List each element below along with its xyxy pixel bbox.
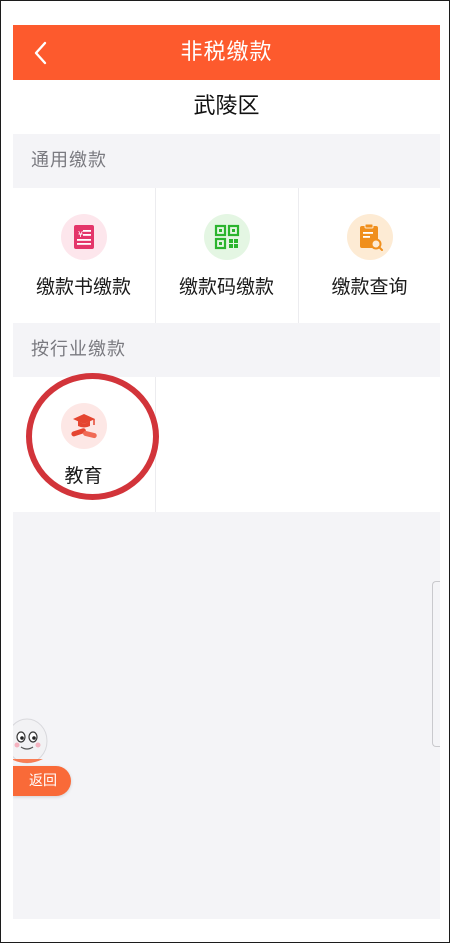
highlight-annotation-circle [26,373,159,500]
side-drawer-handle[interactable] [432,581,440,747]
section-header-general: 通用缴款 [13,134,440,188]
query-clipboard-icon [346,214,393,260]
section-title-industry: 按行业缴款 [31,339,126,360]
payment-by-document-button[interactable]: ¥ 缴款书缴款 [13,188,154,323]
screenshot-frame: 非税缴款 武陵区 通用缴款 ¥ 缴款书缴款 缴款码缴款 缴款查询 按行业缴款 教… [0,0,450,943]
payment-by-code-label: 缴款码缴款 [178,276,274,298]
payment-query-button[interactable]: 缴款查询 [299,188,440,323]
region-title: 武陵区 [193,94,260,119]
top-nav-bar: 非税缴款 [13,25,440,80]
general-payment-grid: ¥ 缴款书缴款 缴款码缴款 缴款查询 [13,188,440,323]
return-button[interactable]: 返回 [13,766,71,796]
payment-by-document-label: 缴款书缴款 [35,276,131,298]
section-title-general: 通用缴款 [31,150,107,171]
section-header-industry: 按行业缴款 [13,323,440,377]
payment-document-icon: ¥ [60,214,107,260]
svg-text:¥: ¥ [78,230,83,239]
payment-query-label: 缴款查询 [331,276,408,298]
app-screen: 非税缴款 武陵区 通用缴款 ¥ 缴款书缴款 缴款码缴款 缴款查询 按行业缴款 教… [13,25,440,919]
page-title: 非税缴款 [180,40,273,65]
qr-code-icon [203,214,250,260]
payment-by-code-button[interactable]: 缴款码缴款 [156,188,297,323]
region-bar: 武陵区 [13,80,440,134]
